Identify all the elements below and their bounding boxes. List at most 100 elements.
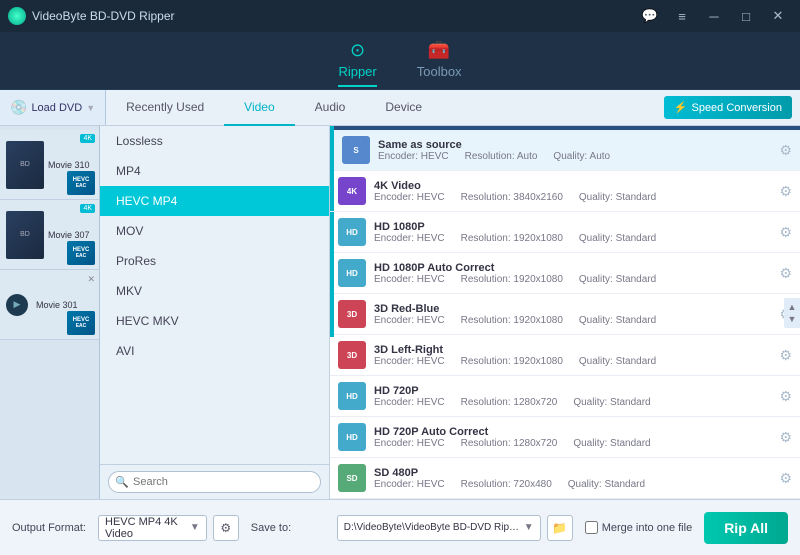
scroll-up-icon[interactable]: ▲ (788, 302, 797, 312)
maximize-button[interactable]: □ (732, 6, 760, 26)
movie-badge-4k-307: 4K (80, 204, 95, 213)
merge-checkbox[interactable] (585, 521, 598, 534)
tab-ripper[interactable]: ⊙ Ripper (338, 40, 376, 87)
movie-info-301: Movie 301 (36, 300, 93, 310)
video-item-4k[interactable]: 4K 4K Video Encoder: HEVC Resolution: 38… (330, 171, 800, 212)
video-icon-1080p: HD (338, 218, 366, 246)
save-to-value: D:\VideoByte\VideoByte BD-DVD Ripper\Rip… (344, 522, 524, 533)
video-name-3d-red: 3D Red-Blue (374, 303, 779, 315)
video-props-1080p: Encoder: HEVC Resolution: 1920x1080 Qual… (374, 233, 779, 244)
movie-item-301[interactable]: ▶ Movie 301 ✕ HEVC EAC (0, 270, 99, 340)
movie-badge-4k-310: 4K (80, 134, 95, 143)
lightning-icon: ⚡ (674, 101, 688, 114)
video-encoder-720p-auto: Encoder: HEVC (374, 438, 445, 449)
format-search: 🔍 (100, 464, 329, 499)
settings-icon-4k[interactable]: ⚙ (779, 183, 792, 200)
save-to-path[interactable]: D:\VideoByte\VideoByte BD-DVD Ripper\Rip… (337, 515, 541, 541)
tab-toolbox[interactable]: 🧰 Toolbox (417, 40, 462, 87)
settings-icon-1080p[interactable]: ⚙ (779, 224, 792, 241)
settings-icon-1080p-auto[interactable]: ⚙ (779, 265, 792, 282)
hevc-badge-301: HEVC EAC (67, 311, 95, 335)
main-content: BD Movie 310 4K HEVC EAC BD Movie 307 4K… (0, 126, 800, 499)
settings-icon-720p-auto[interactable]: ⚙ (779, 429, 792, 446)
video-item-3d-red[interactable]: 3D 3D Red-Blue Encoder: HEVC Resolution:… (330, 294, 800, 335)
folder-icon: 📁 (552, 521, 567, 535)
video-item-480p[interactable]: SD SD 480P Encoder: HEVC Resolution: 720… (330, 458, 800, 499)
video-icon-4k: 4K (338, 177, 366, 205)
tab-audio[interactable]: Audio (295, 90, 366, 126)
video-item-1080p[interactable]: HD HD 1080P Encoder: HEVC Resolution: 19… (330, 212, 800, 253)
video-item-same-as-source[interactable]: S Same as source Encoder: HEVC Resolutio… (330, 130, 800, 171)
format-mp4[interactable]: MP4 (100, 156, 329, 186)
rip-all-button[interactable]: Rip All (704, 512, 788, 544)
minimize-button[interactable]: ─ (700, 6, 728, 26)
settings-icon-3d-lr[interactable]: ⚙ (779, 347, 792, 364)
scroll-down-icon[interactable]: ▼ (788, 314, 797, 324)
video-encoder-480p: Encoder: HEVC (374, 479, 445, 490)
sub-tabs: Recently Used Video Audio Device (106, 90, 664, 126)
settings-icon-same-as-source[interactable]: ⚙ (779, 142, 792, 159)
format-mkv[interactable]: MKV (100, 276, 329, 306)
video-encoder-same-as-source: Encoder: HEVC (378, 151, 449, 162)
movie-title-310: Movie 310 (48, 160, 93, 170)
format-lossless[interactable]: Lossless (100, 126, 329, 156)
load-dvd-label: Load DVD (31, 102, 82, 114)
tab-device[interactable]: Device (365, 90, 442, 126)
video-icon-3d-red: 3D (338, 300, 366, 328)
video-details-4k: 4K Video Encoder: HEVC Resolution: 3840x… (374, 180, 779, 203)
movie-item-307[interactable]: BD Movie 307 4K HEVC EAC (0, 200, 99, 270)
video-item-3d-lr[interactable]: 3D 3D Left-Right Encoder: HEVC Resolutio… (330, 335, 800, 376)
video-icon-same-as-source: S (342, 136, 370, 164)
video-quality-1080p-auto: Quality: Standard (579, 274, 656, 285)
sub-tabs-row: 💿 Load DVD ▼ Recently Used Video Audio D… (0, 90, 800, 126)
settings-icon-480p[interactable]: ⚙ (779, 470, 792, 487)
tab-video[interactable]: Video (224, 90, 294, 126)
save-to-field: Save to: D:\VideoByte\VideoByte BD-DVD R… (251, 515, 573, 541)
app-title: VideoByte BD-DVD Ripper (32, 9, 175, 23)
video-encoder-3d-lr: Encoder: HEVC (374, 356, 445, 367)
video-details-3d-lr: 3D Left-Right Encoder: HEVC Resolution: … (374, 344, 779, 367)
video-icon-720p: HD (338, 382, 366, 410)
video-item-1080p-auto[interactable]: HD HD 1080P Auto Correct Encoder: HEVC R… (330, 253, 800, 294)
chat-button[interactable]: 💬 (636, 6, 664, 26)
video-props-1080p-auto: Encoder: HEVC Resolution: 1920x1080 Qual… (374, 274, 779, 285)
movie-title-301: Movie 301 (36, 300, 93, 310)
video-details-480p: SD 480P Encoder: HEVC Resolution: 720x48… (374, 467, 779, 490)
video-res-1080p-auto: Resolution: 1920x1080 (461, 274, 563, 285)
title-bar-controls: 💬 ≡ ─ □ ✕ (636, 6, 792, 26)
search-input[interactable] (108, 471, 321, 493)
video-name-480p: SD 480P (374, 467, 779, 479)
format-hevc-mkv[interactable]: HEVC MKV (100, 306, 329, 336)
format-mov[interactable]: MOV (100, 216, 329, 246)
video-name-same-as-source: Same as source (378, 139, 779, 151)
selected-indicator (330, 130, 334, 337)
recently-used-label: Recently Used (126, 100, 204, 114)
title-bar: VideoByte BD-DVD Ripper 💬 ≡ ─ □ ✕ (0, 0, 800, 32)
video-res-720p: Resolution: 1280x720 (461, 397, 558, 408)
video-quality-480p: Quality: Standard (568, 479, 645, 490)
settings-icon-720p[interactable]: ⚙ (779, 388, 792, 405)
video-quality-720p-auto: Quality: Standard (573, 438, 650, 449)
video-icon-3d-lr: 3D (338, 341, 366, 369)
load-dvd-button[interactable]: 💿 Load DVD ▼ (0, 90, 106, 125)
output-format-settings-button[interactable]: ⚙ (213, 515, 239, 541)
speed-conversion-button[interactable]: ⚡ Speed Conversion (664, 96, 792, 119)
video-props-480p: Encoder: HEVC Resolution: 720x480 Qualit… (374, 479, 779, 490)
close-button[interactable]: ✕ (764, 6, 792, 26)
menu-button[interactable]: ≡ (668, 6, 696, 26)
tab-recently-used[interactable]: Recently Used (106, 90, 224, 126)
format-prores[interactable]: ProRes (100, 246, 329, 276)
speed-conversion-label: Speed Conversion (691, 102, 782, 114)
movie-item-310[interactable]: BD Movie 310 4K HEVC EAC (0, 130, 99, 200)
video-quality-3d-red: Quality: Standard (579, 315, 656, 326)
save-to-browse-button[interactable]: 📁 (547, 515, 573, 541)
video-item-720p[interactable]: HD HD 720P Encoder: HEVC Resolution: 128… (330, 376, 800, 417)
video-icon-1080p-auto: HD (338, 259, 366, 287)
search-icon: 🔍 (115, 476, 129, 489)
output-format-label: Output Format: (12, 522, 92, 534)
video-props-4k: Encoder: HEVC Resolution: 3840x2160 Qual… (374, 192, 779, 203)
video-item-720p-auto[interactable]: HD HD 720P Auto Correct Encoder: HEVC Re… (330, 417, 800, 458)
output-format-select[interactable]: HEVC MP4 4K Video ▼ (98, 515, 207, 541)
format-hevc-mp4[interactable]: HEVC MP4 (100, 186, 329, 216)
format-avi[interactable]: AVI (100, 336, 329, 366)
